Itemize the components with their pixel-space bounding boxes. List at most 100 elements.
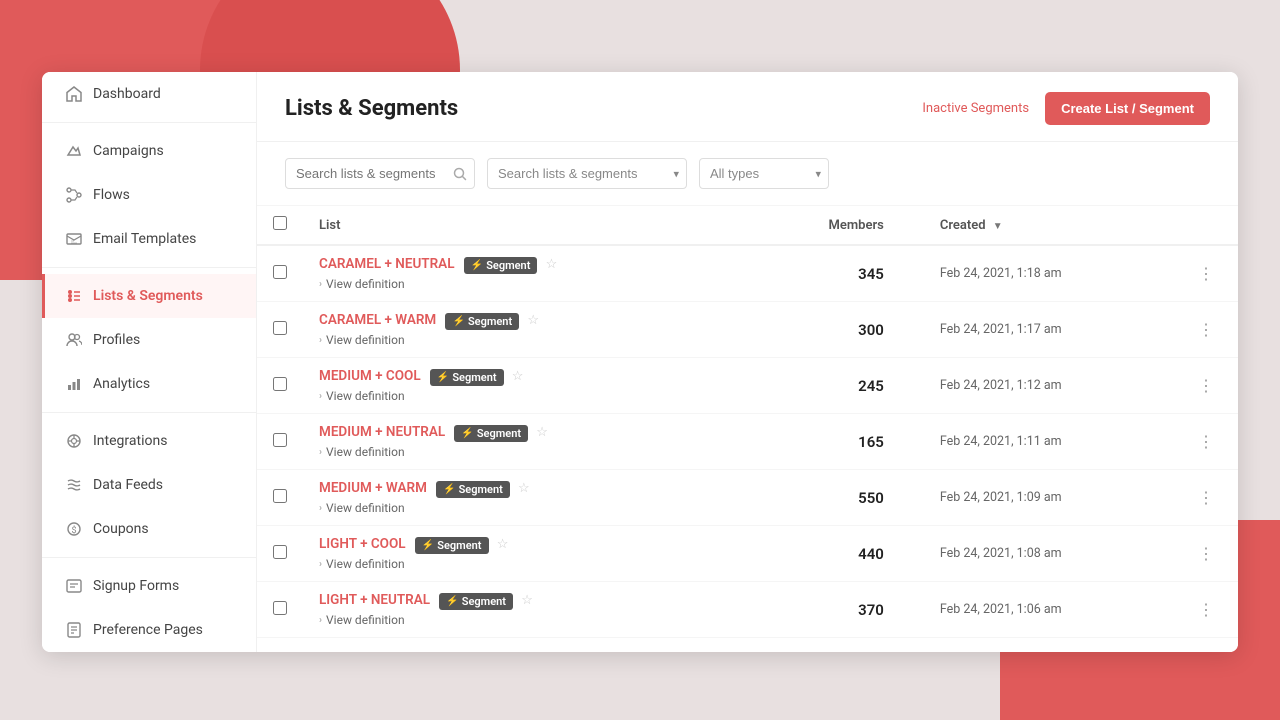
sidebar-label-email-templates: Email Templates — [93, 231, 196, 247]
row-created-cell-4: Feb 24, 2021, 1:09 am — [924, 470, 1174, 526]
row-checkbox-1[interactable] — [273, 321, 287, 335]
star-icon-1[interactable]: ☆ — [527, 313, 539, 328]
sidebar-item-coupons[interactable]: $ Coupons — [42, 507, 256, 551]
row-actions-cell-0: ⋮ — [1174, 245, 1238, 302]
lists-icon — [65, 287, 83, 305]
sidebar-label-data-feeds: Data Feeds — [93, 477, 163, 493]
row-created-cell-2: Feb 24, 2021, 1:12 am — [924, 358, 1174, 414]
sidebar-item-dashboard[interactable]: Dashboard — [42, 72, 256, 116]
row-actions-cell-3: ⋮ — [1174, 414, 1238, 470]
view-definition-1[interactable]: › View definition — [319, 333, 727, 347]
inactive-segments-link[interactable]: Inactive Segments — [922, 101, 1029, 116]
row-checkbox-4[interactable] — [273, 489, 287, 503]
sidebar-item-integrations[interactable]: Integrations — [42, 419, 256, 463]
star-icon-3[interactable]: ☆ — [536, 425, 548, 440]
list-name-4[interactable]: MEDIUM + WARM — [319, 480, 427, 496]
lightning-icon-6: ⚡ — [446, 596, 458, 607]
list-name-3[interactable]: MEDIUM + NEUTRAL — [319, 424, 445, 440]
sidebar-item-preference-pages[interactable]: Preference Pages — [42, 608, 256, 652]
star-icon-2[interactable]: ☆ — [512, 369, 524, 384]
list-name-0[interactable]: CARAMEL + NEUTRAL — [319, 256, 455, 272]
table-row: MEDIUM + COOL ⚡ Segment ☆ › View definit… — [257, 358, 1238, 414]
select-all-checkbox[interactable] — [273, 216, 287, 230]
row-checkbox-2[interactable] — [273, 377, 287, 391]
view-definition-label-6: View definition — [326, 613, 405, 627]
row-actions-cell-5: ⋮ — [1174, 526, 1238, 582]
search-input-wrap — [285, 158, 475, 189]
lightning-icon-0: ⚡ — [471, 260, 483, 271]
table-row: LIGHT + NEUTRAL ⚡ Segment ☆ › View defin… — [257, 582, 1238, 638]
preference-pages-icon — [65, 621, 83, 639]
type-filter-dropdown[interactable]: All types List Segment — [699, 158, 829, 189]
star-icon-5[interactable]: ☆ — [497, 537, 509, 552]
sidebar-divider-2 — [42, 267, 256, 268]
app-container: Dashboard Campaigns — [42, 72, 1238, 652]
segment-badge-0: ⚡ Segment — [464, 257, 538, 274]
row-checkbox-5[interactable] — [273, 545, 287, 559]
type-filter-wrap: All types List Segment — [699, 158, 829, 189]
sidebar-item-campaigns[interactable]: Campaigns — [42, 129, 256, 173]
view-definition-4[interactable]: › View definition — [319, 501, 727, 515]
star-icon-4[interactable]: ☆ — [518, 481, 530, 496]
table-row: LIGHT + COOL ⚡ Segment ☆ › View definiti… — [257, 526, 1238, 582]
more-options-button-5[interactable]: ⋮ — [1190, 540, 1222, 567]
list-name-1[interactable]: CARAMEL + WARM — [319, 312, 436, 328]
create-button[interactable]: Create List / Segment — [1045, 92, 1210, 125]
data-feeds-icon — [65, 476, 83, 494]
sidebar-item-analytics[interactable]: Analytics — [42, 362, 256, 406]
more-options-button-3[interactable]: ⋮ — [1190, 428, 1222, 455]
sidebar-item-data-feeds[interactable]: Data Feeds — [42, 463, 256, 507]
th-created[interactable]: Created ▼ — [924, 206, 1174, 245]
view-definition-6[interactable]: › View definition — [319, 613, 727, 627]
sidebar-item-email-templates[interactable]: Email Templates — [42, 217, 256, 261]
row-checkbox-6[interactable] — [273, 601, 287, 615]
page-title: Lists & Segments — [285, 96, 458, 121]
row-members-cell-1: 300 — [743, 302, 924, 358]
row-actions-cell-2: ⋮ — [1174, 358, 1238, 414]
row-members-cell-6: 370 — [743, 582, 924, 638]
view-definition-label-0: View definition — [326, 277, 405, 291]
star-icon-6[interactable]: ☆ — [521, 593, 533, 608]
row-list-cell: MEDIUM + COOL ⚡ Segment ☆ › View definit… — [303, 358, 743, 414]
table-header-row: List Members Created ▼ — [257, 206, 1238, 245]
email-templates-icon — [65, 230, 83, 248]
segment-search-dropdown[interactable]: Search lists & segments — [487, 158, 687, 189]
more-options-button-1[interactable]: ⋮ — [1190, 316, 1222, 343]
chevron-right-icon-6: › — [319, 615, 322, 626]
sidebar-item-signup-forms[interactable]: Signup Forms — [42, 564, 256, 608]
sidebar-label-campaigns: Campaigns — [93, 143, 164, 159]
row-list-cell: CARAMEL + NEUTRAL ⚡ Segment ☆ › View def… — [303, 245, 743, 302]
lightning-icon-5: ⚡ — [422, 540, 434, 551]
row-members-cell-2: 245 — [743, 358, 924, 414]
sidebar-item-profiles[interactable]: Profiles — [42, 318, 256, 362]
row-checkbox-0[interactable] — [273, 265, 287, 279]
row-checkbox-cell — [257, 526, 303, 582]
chevron-right-icon-4: › — [319, 503, 322, 514]
segment-badge-3: ⚡ Segment — [454, 425, 528, 442]
more-options-button-2[interactable]: ⋮ — [1190, 372, 1222, 399]
sidebar-label-dashboard: Dashboard — [93, 86, 161, 102]
chevron-right-icon-3: › — [319, 447, 322, 458]
view-definition-0[interactable]: › View definition — [319, 277, 727, 291]
view-definition-2[interactable]: › View definition — [319, 389, 727, 403]
row-checkbox-3[interactable] — [273, 433, 287, 447]
view-definition-5[interactable]: › View definition — [319, 557, 727, 571]
row-created-cell-3: Feb 24, 2021, 1:11 am — [924, 414, 1174, 470]
more-options-button-6[interactable]: ⋮ — [1190, 596, 1222, 623]
chevron-right-icon-0: › — [319, 279, 322, 290]
list-name-2[interactable]: MEDIUM + COOL — [319, 368, 421, 384]
star-icon-0[interactable]: ☆ — [546, 257, 558, 272]
sidebar-item-flows[interactable]: Flows — [42, 173, 256, 217]
row-members-cell-3: 165 — [743, 414, 924, 470]
more-options-button-0[interactable]: ⋮ — [1190, 260, 1222, 287]
list-name-6[interactable]: LIGHT + NEUTRAL — [319, 592, 430, 608]
view-definition-3[interactable]: › View definition — [319, 445, 727, 459]
more-options-button-4[interactable]: ⋮ — [1190, 484, 1222, 511]
row-list-cell: MEDIUM + NEUTRAL ⚡ Segment ☆ › View defi… — [303, 414, 743, 470]
sidebar-label-signup-forms: Signup Forms — [93, 578, 179, 594]
search-input[interactable] — [285, 158, 475, 189]
main-content: Lists & Segments Inactive Segments Creat… — [257, 72, 1238, 652]
search-icon — [453, 167, 467, 181]
sidebar-item-lists-segments[interactable]: Lists & Segments — [42, 274, 256, 318]
list-name-5[interactable]: LIGHT + COOL — [319, 536, 406, 552]
